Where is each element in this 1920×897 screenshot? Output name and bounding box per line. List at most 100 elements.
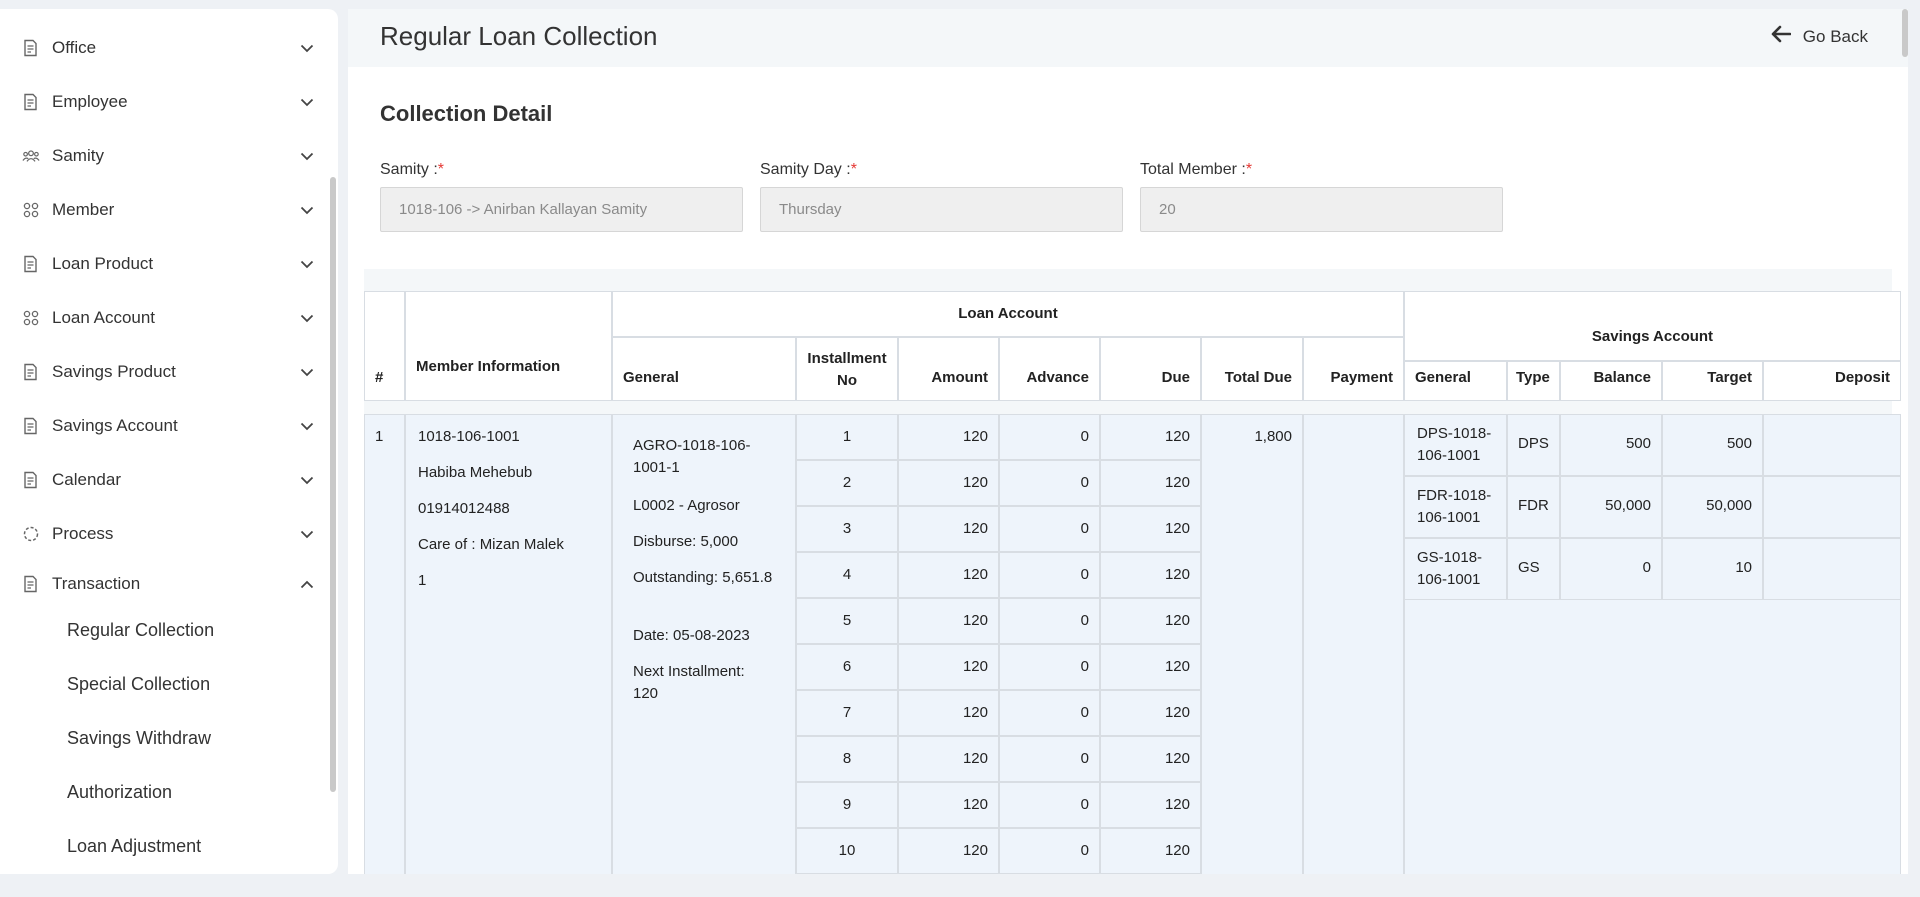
total-member-field[interactable]: [1140, 187, 1503, 232]
sidebar-scrollbar[interactable]: [330, 177, 336, 792]
cell-text: 120: [962, 612, 988, 629]
member-info-cell: 1018-106-1001 Habiba Mehebub 01914012488 Ca…: [405, 414, 612, 874]
cell-text: 0: [1642, 559, 1651, 576]
document-icon: [22, 39, 40, 57]
go-back-button[interactable]: Go Back: [1771, 25, 1868, 48]
due-cell: 120: [1100, 828, 1201, 874]
sidebar-item-label: Loan Account: [52, 308, 156, 327]
cell-text: 3: [842, 520, 852, 537]
loan-general-line: Next Installment: 120: [633, 663, 745, 702]
savings-general-cell: FDR-1018-106-1001: [1404, 476, 1507, 538]
column-header-target: Target: [1662, 361, 1763, 401]
cell-text: 120: [1164, 658, 1190, 675]
submenu-item-special-collection[interactable]: Special Collection: [67, 674, 210, 695]
savings-general-cell: DPS-1018-106-1001: [1404, 414, 1507, 476]
submenu-item-regular-collection[interactable]: Regular Collection: [67, 620, 214, 641]
savings-deposit-cell[interactable]: [1763, 476, 1901, 538]
amount-cell: 120: [898, 506, 999, 552]
installment-no-cell: 3: [796, 506, 898, 552]
cell-text: 1,800: [1254, 428, 1292, 445]
samity-day-field[interactable]: [760, 187, 1123, 232]
cell-text: 120: [1164, 796, 1190, 813]
cell-text: 7: [842, 704, 852, 721]
cell-text: GS: [1518, 559, 1540, 576]
member-info-line: 1018-106-1001: [418, 428, 520, 445]
main-scrollbar[interactable]: [1902, 9, 1908, 57]
document-icon: [22, 417, 40, 435]
installment-no-cell: 7: [796, 690, 898, 736]
cell-text: 120: [962, 474, 988, 491]
member-info-line: 01914012488: [418, 500, 510, 517]
page-title: Regular Loan Collection: [380, 21, 658, 51]
column-header-due: Due: [1100, 337, 1201, 401]
sidebar-item-office[interactable]: Office: [0, 26, 330, 70]
sidebar-item-loan-product[interactable]: Loan Product: [0, 242, 330, 286]
sidebar-item-process[interactable]: Process: [0, 512, 330, 556]
advance-cell: 0: [999, 552, 1100, 598]
cell-text: FDR-1018-106-1001: [1417, 487, 1492, 526]
sidebar-item-savings-account[interactable]: Savings Account: [0, 404, 330, 448]
column-header-member-information: Member Information: [405, 291, 612, 401]
advance-cell: 0: [999, 598, 1100, 644]
chevron-down-icon: [300, 473, 314, 487]
sidebar-item-savings-product[interactable]: Savings Product: [0, 350, 330, 394]
submenu-item-loan-adjustment[interactable]: Loan Adjustment: [67, 836, 201, 857]
cell-text: Deposit: [1834, 369, 1890, 386]
cell-text: 6: [842, 658, 852, 675]
cell-text: 0: [1080, 520, 1089, 537]
sidebar-item-label: Savings Account: [52, 416, 178, 435]
cell-text: 10: [1735, 559, 1752, 576]
cell-text: 0: [1080, 612, 1089, 629]
loan-general-line: AGRO-1018-106-1001-1: [633, 437, 751, 476]
cell-text: Savings Account: [1591, 328, 1714, 345]
payment-cell[interactable]: [1303, 414, 1404, 874]
sidebar-item-loan-account[interactable]: Loan Account: [0, 296, 330, 340]
sidebar-item-calendar[interactable]: Calendar: [0, 458, 330, 502]
samity-label: Samity :*: [380, 161, 445, 178]
cell-text: GS-1018-106-1001: [1417, 549, 1483, 588]
due-cell: 120: [1100, 598, 1201, 644]
savings-target-cell: 50,000: [1662, 476, 1763, 538]
go-back-label: Go Back: [1802, 26, 1868, 46]
column-header-advance: Advance: [999, 337, 1100, 401]
samity-field[interactable]: [380, 187, 743, 232]
sidebar: Office Employee Samity Member Loan Product Lo…: [0, 9, 338, 874]
cell-text: Advance: [1026, 369, 1089, 386]
sidebar-item-transaction[interactable]: Transaction: [0, 562, 330, 606]
savings-deposit-cell[interactable]: [1763, 538, 1901, 600]
installment-no-cell: 2: [796, 460, 898, 506]
cell-text: 0: [1080, 566, 1089, 583]
sidebar-item-label: Process: [52, 524, 114, 543]
cell-text: Target: [1707, 369, 1752, 386]
submenu-item-authorization[interactable]: Authorization: [67, 782, 172, 803]
document-icon: [22, 575, 40, 593]
sidebar-item-label: Samity: [52, 146, 104, 165]
chevron-down-icon: [300, 311, 314, 325]
due-cell: 120: [1100, 552, 1201, 598]
cell-text: 0: [1080, 704, 1089, 721]
cell-text: 0: [1080, 796, 1089, 813]
cell-text: 50,000: [1706, 497, 1752, 514]
column-header-type: Type: [1507, 361, 1560, 401]
submenu-item-savings-withdraw[interactable]: Savings Withdraw: [67, 728, 211, 749]
chevron-down-icon: [300, 257, 314, 271]
chevron-down-icon: [300, 95, 314, 109]
sidebar-item-member[interactable]: Member: [0, 188, 330, 232]
sidebar-item-samity[interactable]: Samity: [0, 134, 330, 178]
process-icon: [22, 525, 40, 543]
members-icon: [22, 309, 40, 327]
chevron-down-icon: [300, 41, 314, 55]
installment-no-cell: 6: [796, 644, 898, 690]
chevron-down-icon: [300, 149, 314, 163]
loan-general-line: Outstanding: 5,651.8: [633, 569, 773, 586]
cell-text: 120: [1164, 566, 1190, 583]
cell-text: 50,000: [1605, 497, 1651, 514]
collection-table: # Member Information Loan Account Savings A…: [364, 269, 1901, 874]
sidebar-item-label: Employee: [52, 92, 128, 111]
sidebar-item-employee[interactable]: Employee: [0, 80, 330, 124]
column-header-deposit: Deposit: [1763, 361, 1901, 401]
savings-deposit-cell[interactable]: [1763, 414, 1901, 476]
installment-no-cell: 4: [796, 552, 898, 598]
amount-cell: 120: [898, 736, 999, 782]
cell-text: DPS: [1518, 435, 1549, 452]
